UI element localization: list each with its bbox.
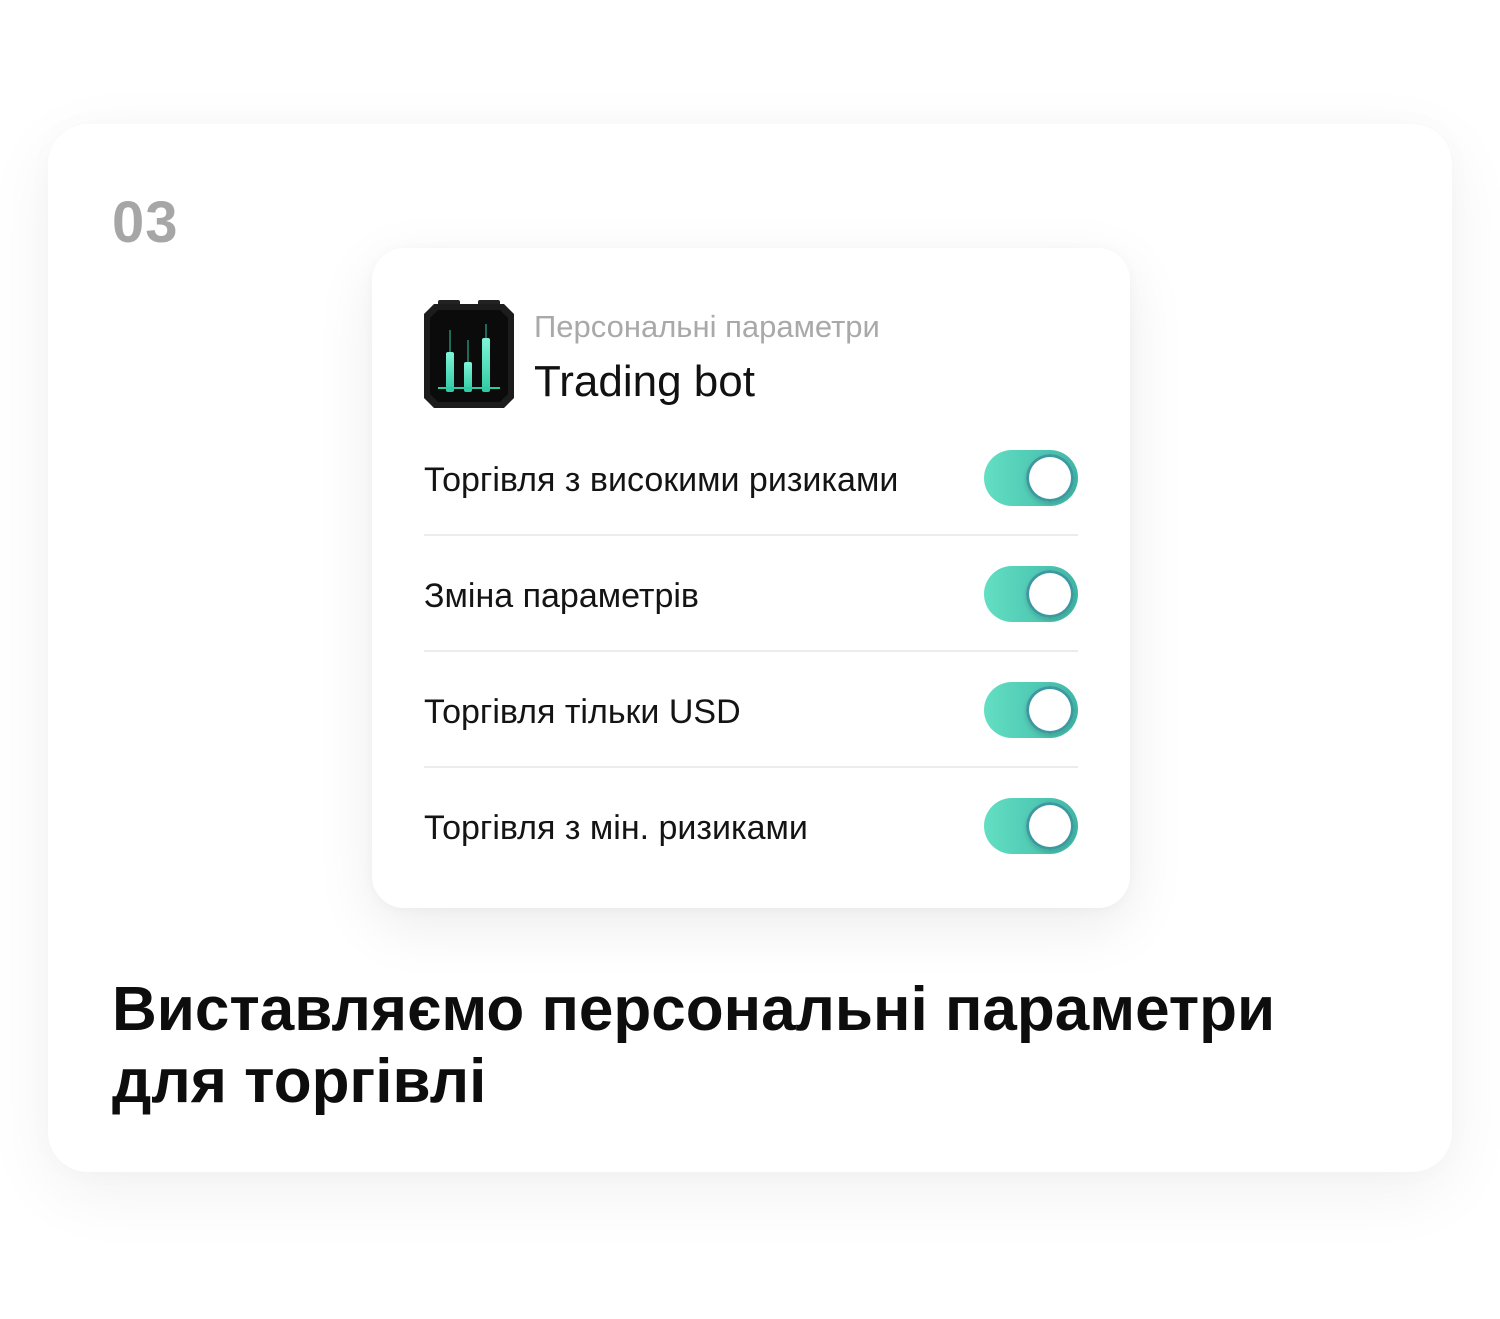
option-row-change-params: Зміна параметрів [424,536,1078,652]
step-number: 03 [112,190,179,255]
change-params-toggle[interactable] [984,566,1078,622]
headline: Виставляємо персональні параметри для то… [112,975,1276,1116]
option-label: Торгівля тільки USD [424,693,741,731]
option-row-min-risk: Торгівля з мін. ризиками [424,768,1078,884]
option-row-high-risk: Торгівля з високими ризиками [424,420,1078,536]
toggle-knob [1026,454,1074,502]
usd-only-toggle[interactable] [984,682,1078,738]
step-card: 03 Персональні параметри Trading bot Тор… [48,124,1452,1172]
high-risk-toggle[interactable] [984,450,1078,506]
options-list: Торгівля з високими ризиками Зміна парам… [424,420,1078,884]
min-risk-toggle[interactable] [984,798,1078,854]
toggle-knob [1026,802,1074,850]
settings-panel: Персональні параметри Trading bot Торгів… [372,248,1130,908]
option-label: Зміна параметрів [424,577,699,615]
option-label: Торгівля з мін. ризиками [424,809,808,847]
option-row-usd-only: Торгівля тільки USD [424,652,1078,768]
toggle-knob [1026,686,1074,734]
panel-title: Trading bot [534,357,755,406]
trading-bot-app-icon [424,300,514,410]
option-label: Торгівля з високими ризиками [424,461,899,499]
toggle-knob [1026,570,1074,618]
panel-subtitle: Персональні параметри [534,309,880,344]
